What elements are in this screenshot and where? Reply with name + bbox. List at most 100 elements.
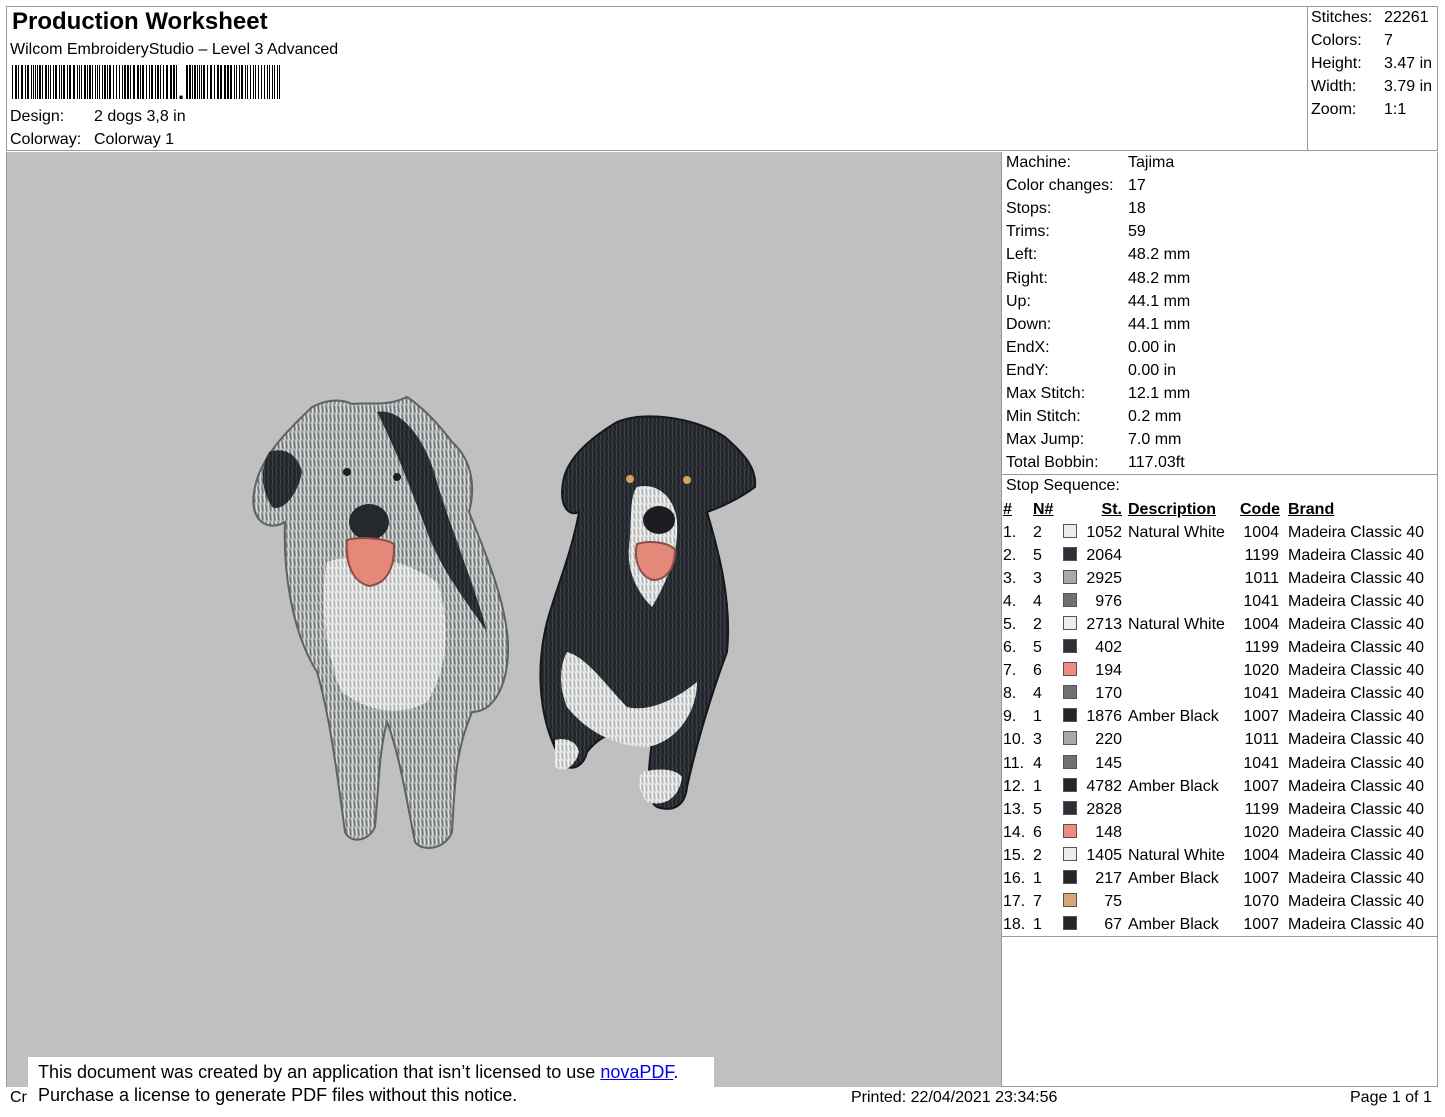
machine-info-label: Right: bbox=[1006, 269, 1048, 287]
row-needle: 1 bbox=[1033, 708, 1042, 726]
thread-color-swatch bbox=[1063, 523, 1077, 538]
row-number: 5. bbox=[1003, 616, 1017, 634]
row-number: 10. bbox=[1003, 731, 1026, 749]
info-divider bbox=[1002, 474, 1438, 475]
thread-color-swatch bbox=[1063, 754, 1077, 769]
row-number: 12. bbox=[1003, 777, 1026, 795]
row-brand: Madeira Classic 40 bbox=[1288, 777, 1425, 795]
thread-color-swatch bbox=[1063, 569, 1077, 584]
row-code: 1007 bbox=[1243, 916, 1279, 934]
summary-value: 22261 bbox=[1384, 9, 1429, 26]
row-description: Natural White bbox=[1128, 846, 1225, 864]
col-stitches: St. bbox=[1101, 500, 1122, 518]
machine-info-value: 44.1 mm bbox=[1128, 315, 1191, 333]
row-brand: Madeira Classic 40 bbox=[1288, 569, 1425, 587]
machine-info-value: 7.0 mm bbox=[1128, 431, 1182, 449]
row-description bbox=[1128, 729, 1240, 752]
row-brand: Madeira Classic 40 bbox=[1288, 685, 1425, 703]
row-needle: 3 bbox=[1033, 731, 1042, 749]
summary-label: Zoom: bbox=[1311, 101, 1357, 118]
row-brand: Madeira Classic 40 bbox=[1288, 546, 1425, 564]
machine-info-value: 0.00 in bbox=[1128, 361, 1177, 379]
notice-text-2: Purchase a license to generate PDF files… bbox=[38, 1085, 518, 1105]
row-code: 1004 bbox=[1243, 846, 1279, 864]
row-description: Amber Black bbox=[1128, 870, 1219, 888]
row-code: 1011 bbox=[1244, 569, 1279, 587]
row-number: 15. bbox=[1003, 846, 1026, 864]
row-stitches: 217 bbox=[1095, 870, 1122, 888]
table-row: 2. 5 2064 1199 Madeira Classic 40 bbox=[1003, 544, 1424, 567]
machine-info-label: Max Jump: bbox=[1006, 431, 1085, 449]
row-needle: 6 bbox=[1033, 662, 1042, 680]
row-description: Amber Black bbox=[1128, 777, 1219, 795]
col-description: Description bbox=[1128, 500, 1217, 518]
row-needle: 2 bbox=[1033, 523, 1042, 541]
design-value: 2 dogs 3,8 in bbox=[94, 108, 186, 125]
row-description: Amber Black bbox=[1128, 916, 1219, 934]
row-needle: 2 bbox=[1033, 846, 1042, 864]
table-row: 7. 6 194 1020 Madeira Classic 40 bbox=[1003, 660, 1424, 683]
row-number: 6. bbox=[1003, 639, 1017, 657]
printed-timestamp: Printed: 22/04/2021 23:34:56 bbox=[851, 1089, 1058, 1106]
row-description bbox=[1128, 821, 1240, 844]
row-description bbox=[1128, 590, 1240, 613]
table-row: 18. 1 67 Amber Black 1007 Madeira Classic 40 bbox=[1003, 914, 1424, 937]
row-code: 1007 bbox=[1243, 870, 1279, 888]
row-brand: Madeira Classic 40 bbox=[1288, 754, 1425, 772]
stop-sequence-title: Stop Sequence: bbox=[1006, 477, 1120, 494]
row-stitches: 2713 bbox=[1086, 616, 1122, 634]
row-number: 17. bbox=[1003, 893, 1026, 911]
row-stitches: 145 bbox=[1095, 754, 1122, 772]
machine-info-label: Machine: bbox=[1006, 154, 1071, 171]
row-needle: 2 bbox=[1033, 616, 1042, 634]
summary-label: Colors: bbox=[1311, 32, 1362, 49]
table-row: 8. 4 170 1041 Madeira Classic 40 bbox=[1003, 683, 1424, 706]
row-description bbox=[1128, 891, 1240, 914]
barcode-icon: , bbox=[12, 65, 280, 99]
table-header-row: # N# St. Description Code Brand bbox=[1003, 498, 1424, 521]
novapdf-link[interactable]: novaPDF bbox=[600, 1062, 673, 1082]
machine-info-label: EndX: bbox=[1006, 338, 1050, 356]
header-divider bbox=[1307, 6, 1308, 151]
row-number: 11. bbox=[1003, 754, 1025, 772]
machine-info-label: Min Stitch: bbox=[1006, 408, 1081, 426]
row-code: 1041 bbox=[1243, 754, 1279, 772]
thread-color-swatch bbox=[1063, 685, 1077, 700]
machine-info-label: Stops: bbox=[1006, 200, 1052, 218]
right-dog-nose-icon bbox=[643, 506, 675, 534]
machine-info-label: Up: bbox=[1006, 292, 1031, 310]
row-brand: Madeira Classic 40 bbox=[1288, 662, 1425, 680]
machine-info-value: 18 bbox=[1128, 200, 1146, 218]
row-needle: 7 bbox=[1033, 893, 1042, 911]
machine-info-value: 12.1 mm bbox=[1128, 385, 1191, 402]
row-code: 1007 bbox=[1243, 777, 1279, 795]
machine-info-label: EndY: bbox=[1006, 361, 1049, 379]
row-description: Natural White bbox=[1128, 523, 1225, 541]
row-number: 1. bbox=[1003, 523, 1017, 541]
row-brand: Madeira Classic 40 bbox=[1288, 616, 1425, 634]
machine-info-value: 44.1 mm bbox=[1128, 292, 1191, 310]
row-code: 1007 bbox=[1243, 708, 1279, 726]
row-number: 8. bbox=[1003, 685, 1017, 703]
thread-color-swatch bbox=[1063, 846, 1077, 861]
row-description: Amber Black bbox=[1128, 708, 1219, 726]
table-row: 11. 4 145 1041 Madeira Classic 40 bbox=[1003, 752, 1424, 775]
machine-info-label: Max Stitch: bbox=[1006, 385, 1086, 402]
row-number: 7. bbox=[1003, 662, 1017, 680]
table-row: 6. 5 402 1199 Madeira Classic 40 bbox=[1003, 637, 1424, 660]
thread-color-swatch bbox=[1063, 893, 1077, 908]
row-needle: 5 bbox=[1033, 546, 1042, 564]
row-code: 1011 bbox=[1244, 731, 1279, 749]
row-description: Natural White bbox=[1128, 616, 1225, 634]
thread-color-swatch bbox=[1063, 592, 1077, 607]
machine-info-label: Down: bbox=[1006, 315, 1052, 333]
machine-info-value: 17 bbox=[1128, 177, 1146, 195]
row-stitches: 2828 bbox=[1086, 800, 1122, 818]
stop-sequence-table: # N# St. Description Code Brand 1. 2 1052 N… bbox=[1003, 498, 1424, 937]
table-row: 12. 1 4782 Amber Black 1007 Madeira Classic 4… bbox=[1003, 775, 1424, 798]
table-row: 13. 5 2828 1199 Madeira Classic 40 bbox=[1003, 798, 1424, 821]
row-stitches: 67 bbox=[1104, 916, 1122, 934]
row-brand: Madeira Classic 40 bbox=[1288, 731, 1425, 749]
row-needle: 5 bbox=[1033, 639, 1042, 657]
row-needle: 4 bbox=[1033, 754, 1042, 772]
